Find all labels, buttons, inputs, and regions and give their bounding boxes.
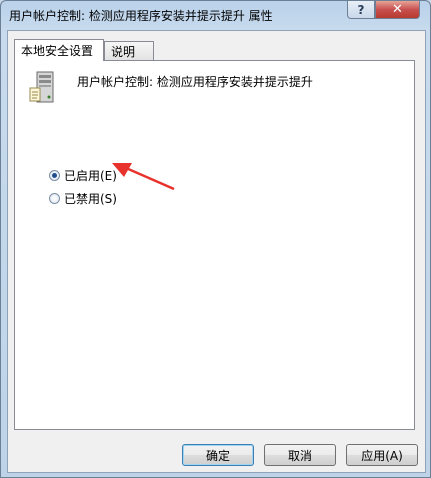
enabled-option[interactable]: 已启用(E) [49, 167, 117, 184]
title-bar[interactable]: 用户帐户控制: 检测应用程序安装并提示提升 属性 ? ✕ [1, 1, 430, 29]
disabled-option[interactable]: 已禁用(S) [49, 190, 117, 207]
help-button[interactable]: ? [347, 1, 375, 19]
dialog-client-area: 本地安全设置 说明 用户帐户控制: 检测应用程序安装并提示提升 已启用(E) 已… [7, 30, 426, 473]
apply-button[interactable]: 应用(A) [346, 444, 418, 466]
annotation-arrow-icon [112, 163, 175, 191]
cancel-button[interactable]: 取消 [264, 444, 336, 466]
question-icon: ? [357, 2, 365, 17]
dialog-buttons: 确定 取消 应用(A) [8, 436, 425, 466]
properties-dialog: 用户帐户控制: 检测应用程序安装并提示提升 属性 ? ✕ 本地安全设置 说明 用… [0, 0, 431, 478]
tab-panel: 用户帐户控制: 检测应用程序安装并提示提升 已启用(E) 已禁用(S) [14, 60, 415, 430]
window-title: 用户帐户控制: 检测应用程序安装并提示提升 属性 [9, 9, 273, 23]
close-button[interactable]: ✕ [375, 1, 420, 19]
close-icon: ✕ [392, 2, 403, 17]
ok-button[interactable]: 确定 [182, 444, 254, 466]
policy-title: 用户帐户控制: 检测应用程序安装并提示提升 [77, 75, 313, 89]
tab-local-security-setting[interactable]: 本地安全设置 [14, 39, 104, 61]
server-policy-icon [29, 71, 54, 103]
disabled-radio[interactable] [49, 193, 60, 204]
tab-explain[interactable]: 说明 [104, 41, 154, 60]
enabled-radio[interactable] [49, 170, 60, 181]
